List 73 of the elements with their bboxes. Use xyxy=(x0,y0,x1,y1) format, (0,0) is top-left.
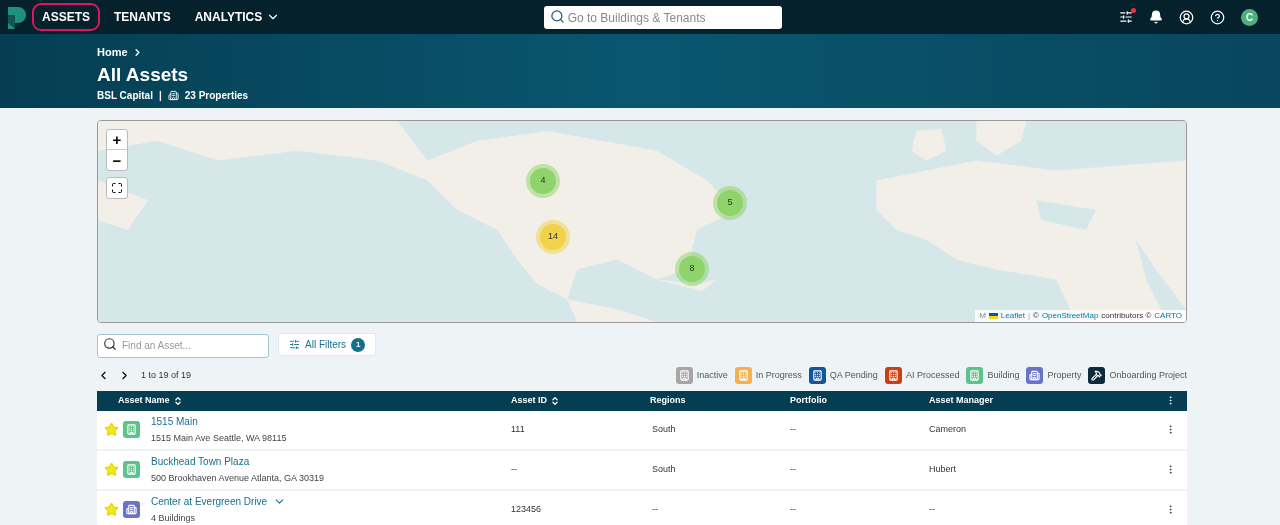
attribution-text: © xyxy=(1032,310,1039,322)
asset-name-link[interactable]: Buckhead Town Plaza xyxy=(151,453,250,469)
column-header: Portfolio xyxy=(790,393,827,407)
region: South xyxy=(651,462,677,476)
all-filters-button[interactable]: All Filters 1 xyxy=(278,333,377,357)
attribution-text: M xyxy=(979,310,986,322)
flag-icon xyxy=(988,313,998,319)
filter-count-badge: 1 xyxy=(351,337,366,352)
nav-tab[interactable]: ASSETS xyxy=(32,3,100,31)
account-icon[interactable] xyxy=(1179,9,1194,25)
zoom-out-button[interactable]: − xyxy=(107,150,127,170)
portfolio: -- xyxy=(790,462,797,476)
legend-label: In Progress xyxy=(755,368,802,382)
search-icon xyxy=(549,8,565,24)
openstreetmap-link[interactable]: OpenStreetMap xyxy=(1041,310,1099,322)
logo-icon xyxy=(6,5,28,29)
property-count: 23 Properties xyxy=(184,88,249,103)
attribution-text: contributors © xyxy=(1101,310,1152,322)
column-header: Asset Manager xyxy=(929,393,994,407)
company-name: BSL Capital xyxy=(97,88,153,103)
legend-label: Property xyxy=(1047,368,1082,382)
fullscreen-button[interactable] xyxy=(106,177,128,199)
asset-id: 123456 xyxy=(511,502,543,516)
favorite-star-icon[interactable] xyxy=(104,502,119,517)
favorite-star-icon[interactable] xyxy=(104,462,119,477)
breadcrumb-link[interactable]: Home xyxy=(97,44,128,61)
region: -- xyxy=(651,502,659,516)
asset-search-field[interactable]: Find an Asset... xyxy=(97,333,269,358)
notification-bell-icon[interactable] xyxy=(1149,10,1163,24)
asset-name-link[interactable]: Center at Evergreen Drive xyxy=(151,493,268,509)
zoom-in-button[interactable]: + xyxy=(107,130,127,150)
asset-id: -- xyxy=(511,462,518,476)
filter-settings-icon[interactable] xyxy=(1119,10,1133,24)
separator: | xyxy=(158,88,162,103)
asset-name-link[interactable]: 1515 Main xyxy=(151,413,198,429)
region: South xyxy=(651,422,677,436)
nav-tab[interactable]: TENANTS xyxy=(104,3,181,31)
nav-tab[interactable]: ANALYTICS xyxy=(184,3,291,31)
portfolio: -- xyxy=(790,422,797,436)
fullscreen-icon xyxy=(111,182,123,194)
column-header: Regions xyxy=(650,393,686,407)
asset-manager: Cameron xyxy=(929,422,967,436)
buildings-icon xyxy=(167,89,179,101)
leaflet-link[interactable]: Leaflet xyxy=(1000,310,1025,322)
pagination-text: 1 to 19 of 19 xyxy=(141,368,192,382)
search-icon xyxy=(103,337,117,351)
asset-id: 111 xyxy=(511,422,526,436)
help-icon[interactable] xyxy=(1210,9,1225,25)
asset-manager: Hubert xyxy=(929,462,957,476)
asset-manager: -- xyxy=(929,502,936,516)
table-row[interactable]: 1515 Main 1515 Main Ave Seattle, WA 98115 111 South -- Cameron xyxy=(97,410,1187,451)
legend-label: AI Processed xyxy=(905,368,960,382)
table-row[interactable]: Buckhead Town Plaza 500 Brookhaven Avenue Atlanta, GA 30319 -- South -- Hubert xyxy=(97,450,1187,491)
legend-label: Inactive xyxy=(696,368,728,382)
favorite-star-icon[interactable] xyxy=(104,422,119,437)
sort-icon[interactable] xyxy=(172,395,183,406)
asset-subtitle: 4 Buildings xyxy=(151,511,197,525)
column-header[interactable]: Asset Name xyxy=(118,393,183,408)
attribution-text: | xyxy=(1027,310,1030,322)
legend-label: Onboarding Project xyxy=(1109,368,1187,382)
search-field[interactable]: Go to Buildings & Tenants xyxy=(543,6,782,30)
sliders-icon xyxy=(289,339,300,351)
column-header[interactable]: Asset ID xyxy=(511,393,560,408)
asset-subtitle: 500 Brookhaven Avenue Atlanta, GA 30319 xyxy=(151,471,324,485)
map[interactable]: + − 4 14 5 8 M Leaflet | © OpenStreetMap contributors © CARTO xyxy=(97,120,1187,323)
carto-link[interactable]: CARTO xyxy=(1154,310,1182,322)
page-title: All Assets xyxy=(97,62,190,87)
portfolio: -- xyxy=(790,502,797,516)
sort-icon[interactable] xyxy=(550,395,560,406)
legend-label: Building xyxy=(987,368,1020,382)
table-row[interactable]: Center at Evergreen Drive 4 Buildings 123456 -- -- -- xyxy=(97,490,1187,525)
asset-subtitle: 1515 Main Ave Seattle, WA 98115 xyxy=(151,431,287,445)
legend-label: QA Pending xyxy=(829,368,878,382)
